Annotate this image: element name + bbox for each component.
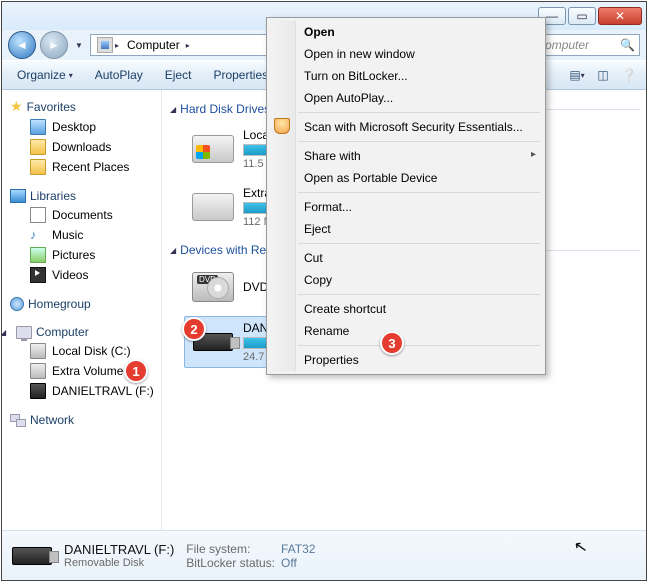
breadcrumb-label: Computer xyxy=(127,38,180,52)
disk-icon xyxy=(30,343,46,359)
ctx-properties[interactable]: Properties xyxy=(298,349,542,371)
computer-icon xyxy=(97,37,113,53)
ctx-rename[interactable]: Rename xyxy=(298,320,542,342)
shield-icon xyxy=(274,118,290,134)
computer-icon xyxy=(16,326,32,339)
ctx-eject[interactable]: Eject xyxy=(298,218,542,240)
ctx-cut[interactable]: Cut xyxy=(298,247,542,269)
folder-icon xyxy=(30,159,46,175)
sidebar-item-pictures[interactable]: Pictures xyxy=(2,245,161,265)
context-menu: Open Open in new window Turn on BitLocke… xyxy=(266,17,546,375)
ctx-autoplay[interactable]: Open AutoPlay... xyxy=(298,87,542,109)
close-button[interactable]: ✕ xyxy=(598,7,642,25)
usb-drive-icon xyxy=(12,547,52,565)
expand-icon[interactable]: ◢ xyxy=(2,328,6,337)
nav-history-dropdown[interactable]: ▼ xyxy=(72,34,86,56)
sidebar-item-music[interactable]: ♪Music xyxy=(2,225,161,245)
breadcrumb-root[interactable]: ▸ xyxy=(93,35,123,55)
ctx-open[interactable]: Open xyxy=(298,21,542,43)
details-pane: DANIELTRAVL (F:) Removable Disk File sys… xyxy=(2,530,646,580)
nav-back-button[interactable]: ◄ xyxy=(8,31,36,59)
details-properties: File system:FAT32 BitLocker status:Off xyxy=(186,542,315,570)
folder-icon xyxy=(30,119,46,135)
ctx-open-new-window[interactable]: Open in new window xyxy=(298,43,542,65)
disk-icon xyxy=(30,363,46,379)
computer-header[interactable]: ◢ Computer xyxy=(2,323,161,341)
hdd-icon xyxy=(192,135,234,163)
annotation-badge-2: 2 xyxy=(182,317,206,341)
network-icon xyxy=(10,414,26,427)
sidebar-item-danieltravl-f[interactable]: DANIELTRAVL (F:) xyxy=(2,381,161,401)
preview-pane-button[interactable]: ◫ xyxy=(592,64,614,86)
music-icon: ♪ xyxy=(30,227,46,243)
sidebar-item-videos[interactable]: Videos xyxy=(2,265,161,285)
ctx-copy[interactable]: Copy xyxy=(298,269,542,291)
view-options-button[interactable]: ▤ ▾ xyxy=(566,64,588,86)
eject-button[interactable]: Eject xyxy=(156,64,201,86)
homegroup-icon xyxy=(10,297,24,311)
libraries-icon xyxy=(10,189,26,203)
details-subtitle: Removable Disk xyxy=(64,557,174,569)
videos-icon xyxy=(30,267,46,283)
favorites-header[interactable]: ★Favorites xyxy=(2,96,161,117)
nav-forward-button[interactable]: ► xyxy=(40,31,68,59)
maximize-button[interactable]: ▭ xyxy=(568,7,596,25)
annotation-badge-1: 1 xyxy=(124,359,148,383)
libraries-header[interactable]: Libraries xyxy=(2,187,161,205)
star-icon: ★ xyxy=(10,98,23,115)
ctx-create-shortcut[interactable]: Create shortcut xyxy=(298,298,542,320)
search-icon: 🔍 xyxy=(620,38,635,52)
autoplay-button[interactable]: AutoPlay xyxy=(86,64,152,86)
document-icon xyxy=(30,207,46,223)
help-button[interactable]: ❔ xyxy=(618,64,640,86)
hdd-icon xyxy=(192,193,234,221)
dvd-icon: DVD xyxy=(192,272,234,302)
homegroup-header[interactable]: Homegroup xyxy=(2,295,161,313)
sidebar-item-local-disk-c[interactable]: Local Disk (C:) xyxy=(2,341,161,361)
ctx-bitlocker[interactable]: Turn on BitLocker... xyxy=(298,65,542,87)
breadcrumb-computer[interactable]: Computer▸ xyxy=(123,35,194,55)
sidebar-item-downloads[interactable]: Downloads xyxy=(2,137,161,157)
sidebar-item-documents[interactable]: Documents xyxy=(2,205,161,225)
annotation-badge-3: 3 xyxy=(380,331,404,355)
sidebar-item-recent[interactable]: Recent Places xyxy=(2,157,161,177)
ctx-format[interactable]: Format... xyxy=(298,196,542,218)
details-title: DANIELTRAVL (F:) xyxy=(64,542,174,557)
navigation-pane: ★Favorites Desktop Downloads Recent Plac… xyxy=(2,90,162,530)
network-header[interactable]: Network xyxy=(2,411,161,429)
ctx-share-with[interactable]: Share with xyxy=(298,145,542,167)
usb-icon xyxy=(30,383,46,399)
sidebar-item-desktop[interactable]: Desktop xyxy=(2,117,161,137)
ctx-scan-mse[interactable]: Scan with Microsoft Security Essentials.… xyxy=(298,116,542,138)
ctx-portable-device[interactable]: Open as Portable Device xyxy=(298,167,542,189)
organize-menu[interactable]: Organize▾ xyxy=(8,64,82,86)
folder-icon xyxy=(30,139,46,155)
pictures-icon xyxy=(30,247,46,263)
